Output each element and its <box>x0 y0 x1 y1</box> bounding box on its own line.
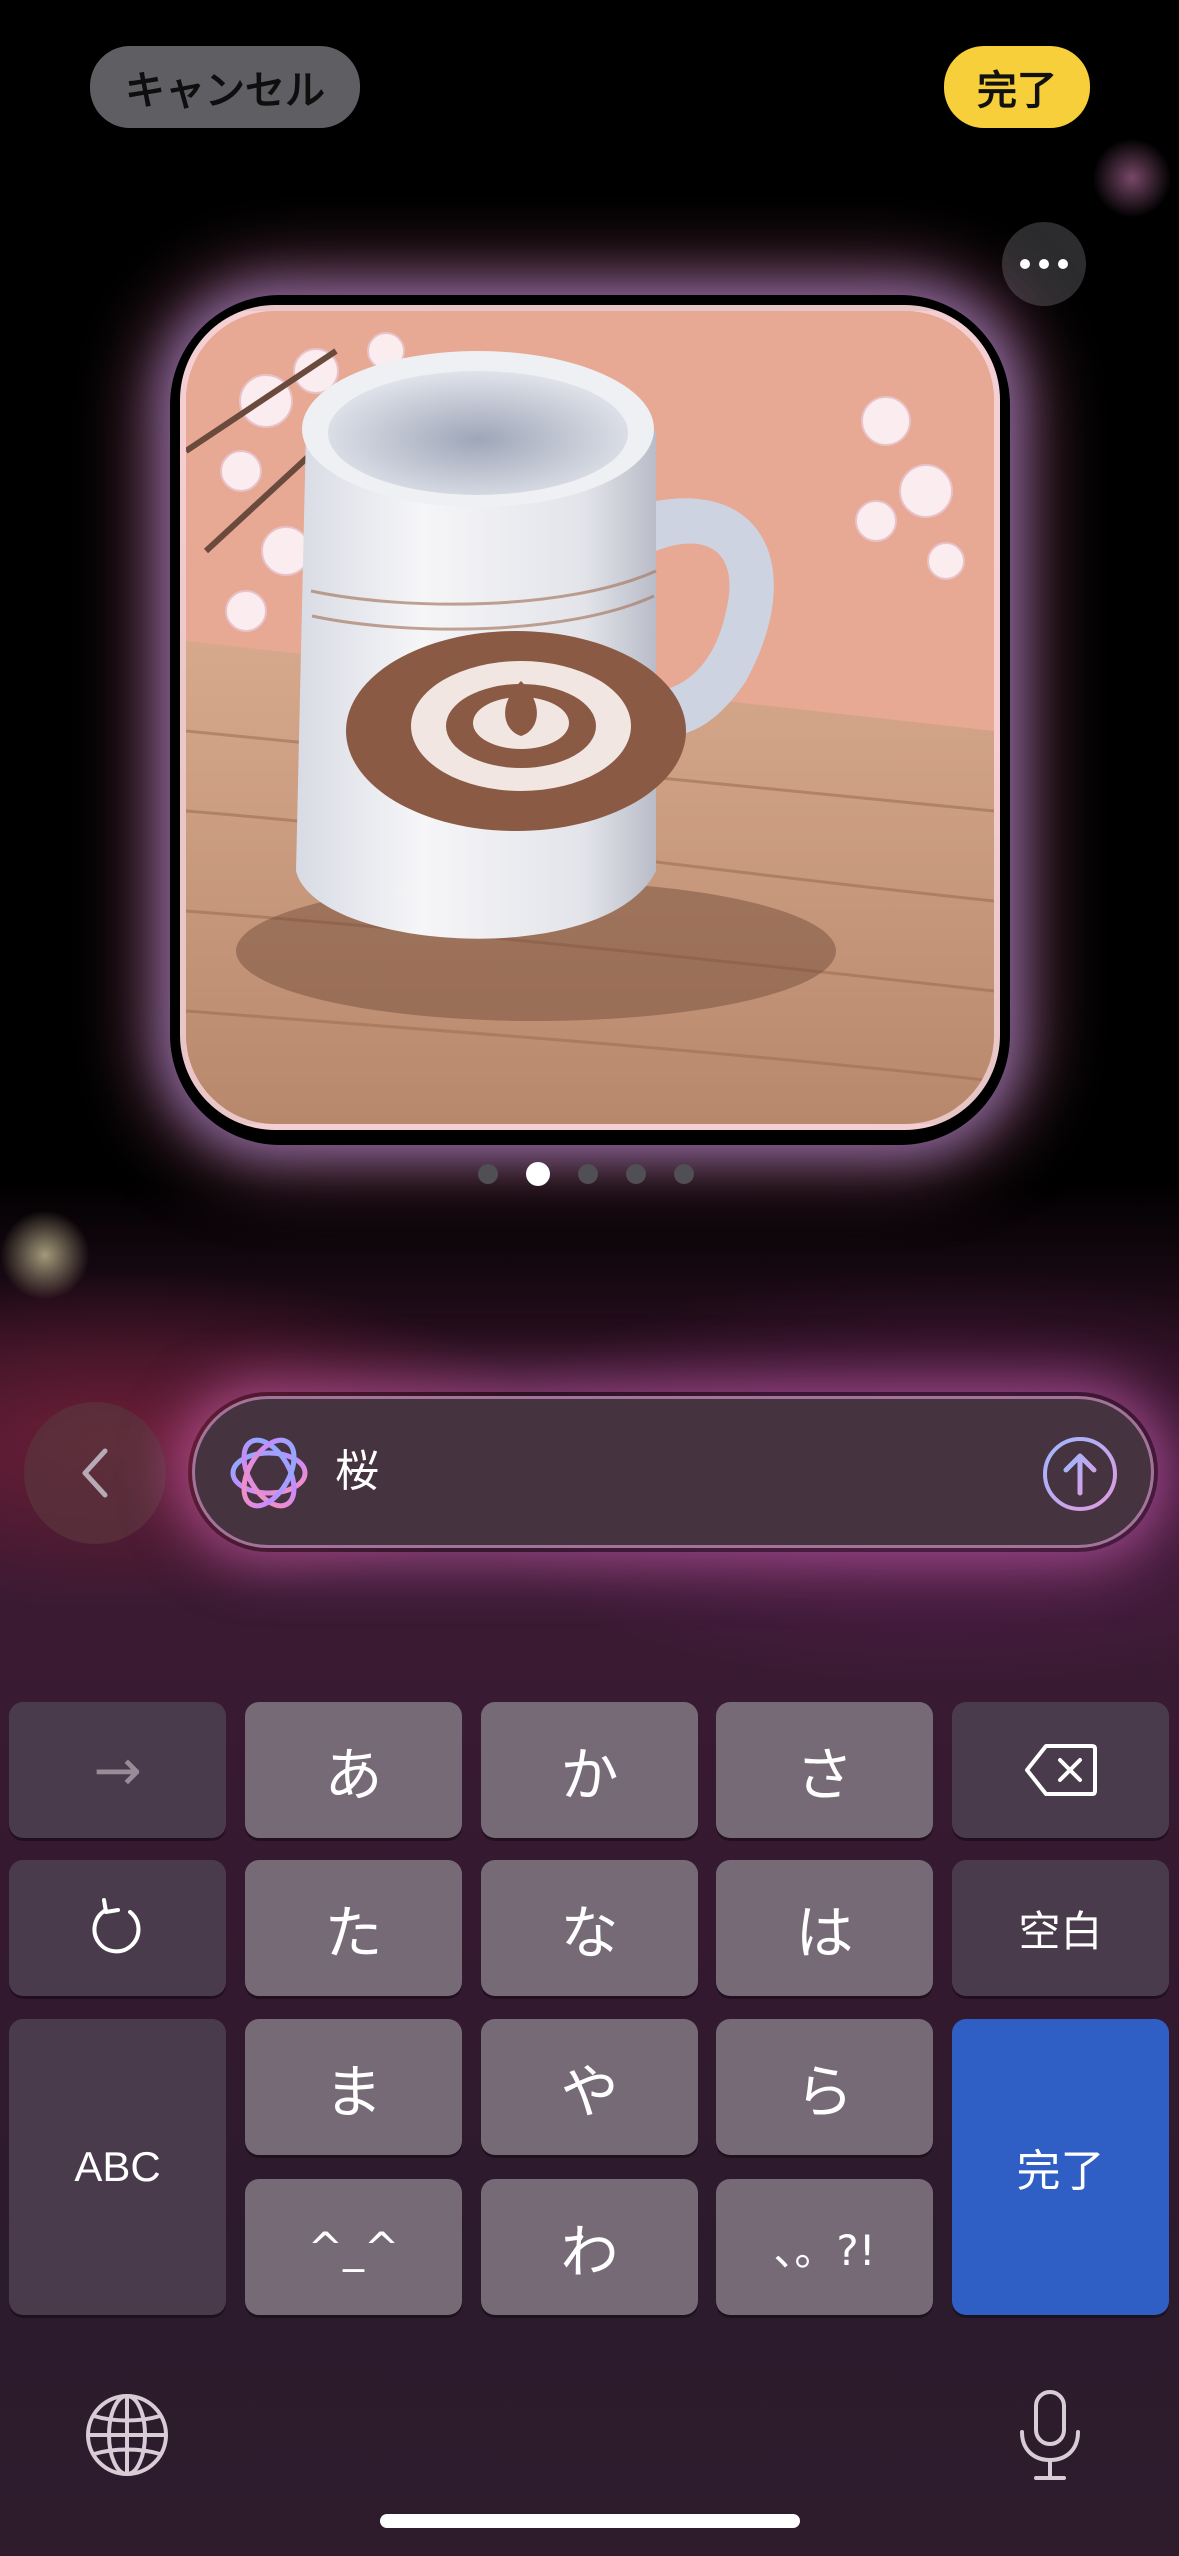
more-icon-dot <box>1058 259 1068 269</box>
page-indicator[interactable] <box>478 1162 694 1186</box>
delete-key[interactable] <box>952 1702 1169 1838</box>
undo-icon <box>91 1898 140 1954</box>
home-indicator[interactable] <box>380 2514 800 2528</box>
more-icon-dot <box>1039 259 1049 269</box>
key-ya[interactable]: や <box>481 2019 698 2155</box>
key-sa[interactable]: さ <box>716 1702 933 1838</box>
send-arrow-icon[interactable] <box>1041 1435 1119 1513</box>
key-punctuation[interactable]: 、。?! <box>716 2179 933 2315</box>
key-a[interactable]: あ <box>245 1702 462 1838</box>
key-ha[interactable]: は <box>716 1860 933 1996</box>
key-ma[interactable]: ま <box>245 2019 462 2155</box>
delete-icon <box>1024 1744 1097 1796</box>
prompt-text: 桜 <box>335 1446 379 1497</box>
page-dot-active[interactable] <box>526 1162 550 1186</box>
more-options-button[interactable] <box>1002 222 1086 306</box>
bokeh-light <box>0 1210 90 1300</box>
cancel-button[interactable]: キャンセル <box>90 46 360 128</box>
prompt-input[interactable]: 桜 <box>192 1396 1154 1548</box>
abc-key[interactable]: ABC <box>9 2019 226 2315</box>
page-dot[interactable] <box>674 1164 694 1184</box>
generated-image-card[interactable] <box>180 305 1000 1130</box>
chevron-left-icon <box>82 1448 108 1498</box>
apple-intelligence-icon <box>230 1437 308 1509</box>
generated-image <box>186 311 994 1124</box>
key-next-arrow[interactable]: → <box>9 1702 226 1838</box>
page-dot[interactable] <box>478 1164 498 1184</box>
undo-key[interactable] <box>9 1860 226 1996</box>
back-button[interactable] <box>24 1402 166 1544</box>
key-wa[interactable]: わ <box>481 2179 698 2315</box>
space-key[interactable]: 空白 <box>952 1860 1169 1996</box>
keyboard-done-key[interactable]: 完了 <box>952 2019 1169 2315</box>
done-button[interactable]: 完了 <box>944 46 1090 128</box>
bokeh-light <box>1092 138 1172 218</box>
key-na[interactable]: な <box>481 1860 698 1996</box>
key-ta[interactable]: た <box>245 1860 462 1996</box>
key-ka[interactable]: か <box>481 1702 698 1838</box>
microphone-icon[interactable] <box>1010 2388 1090 2484</box>
globe-icon[interactable] <box>84 2392 170 2478</box>
page-dot[interactable] <box>578 1164 598 1184</box>
page-dot[interactable] <box>626 1164 646 1184</box>
key-emoticon[interactable]: ^_^ <box>245 2179 462 2315</box>
more-icon <box>1020 259 1030 269</box>
key-ra[interactable]: ら <box>716 2019 933 2155</box>
